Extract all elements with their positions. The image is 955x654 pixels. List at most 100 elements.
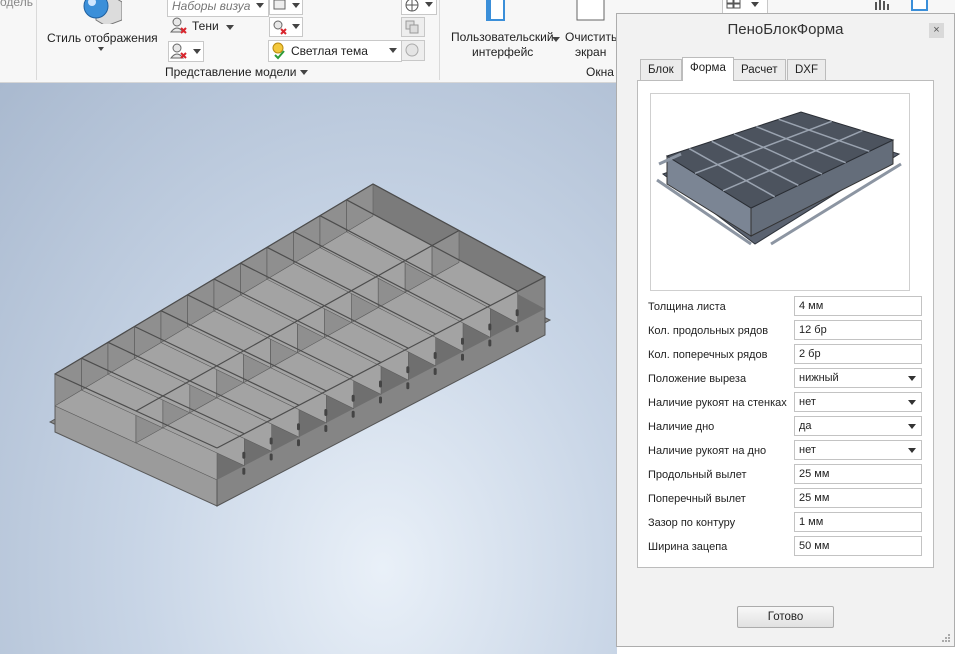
wall-handles-select[interactable]: нет <box>794 392 922 412</box>
field-label: Наличие рукоят на дно <box>648 445 767 457</box>
window-switch-icon[interactable] <box>910 0 930 12</box>
sheet-thickness-input[interactable]: 4 мм <box>794 296 922 316</box>
arrange-button[interactable] <box>722 0 768 14</box>
slot-mark <box>242 451 246 459</box>
slot-mark <box>433 368 437 375</box>
bottom-presence-select[interactable]: да <box>794 416 922 436</box>
chevron-down-icon <box>389 48 397 53</box>
slot-mark <box>269 453 273 461</box>
select-value: нижный <box>799 372 839 384</box>
mold-photo <box>656 111 902 246</box>
tab-block[interactable]: Блок <box>640 59 682 80</box>
chevron-down-icon <box>908 376 916 381</box>
select-value: да <box>799 420 812 432</box>
shadows-label: Тени <box>192 19 219 33</box>
window-icon <box>486 0 505 21</box>
chevron-down-icon[interactable] <box>300 70 308 75</box>
windows-group-label: Окна <box>586 65 614 79</box>
display-style-label: Стиль отображения <box>47 31 158 45</box>
clean-screen-icon <box>576 0 605 21</box>
visual-presets-label: Наборы визуа <box>172 0 251 13</box>
display-style-button[interactable]: Стиль отображения <box>44 0 160 60</box>
slot-mark <box>488 339 492 347</box>
tab-form[interactable]: Форма <box>682 57 734 81</box>
field-label: Поперечный вылет <box>648 493 746 505</box>
slot-mark <box>488 323 492 331</box>
chevron-down-icon <box>908 424 916 429</box>
slot-mark <box>461 353 464 361</box>
close-button[interactable]: × <box>929 23 944 38</box>
layers-icon <box>405 20 419 34</box>
perspective-button[interactable] <box>401 17 425 37</box>
shadow-user-icon <box>170 17 187 34</box>
ribbon-separator <box>439 0 440 80</box>
visual-presets-select[interactable]: Наборы визуа <box>167 0 269 17</box>
ribbon-cut-label: одель <box>0 0 33 9</box>
clear-screen-button[interactable]: Очистить экран <box>563 0 623 62</box>
chevron-down-icon <box>226 25 234 30</box>
ground-shadow-icon <box>273 20 287 35</box>
texture-button[interactable] <box>401 0 437 15</box>
slot-mark <box>351 410 355 418</box>
slot-mark <box>242 467 246 475</box>
form-panel: Толщина листа 4 мм Кол. продольных рядов 1… <box>637 80 934 568</box>
user-interface-button[interactable]: Пользовательский интерфейс <box>448 0 560 62</box>
field-label: Наличие рукоят на стенках <box>648 397 787 409</box>
slot-mark <box>324 409 328 416</box>
field-label: Кол. продольных рядов <box>648 325 769 337</box>
longitudinal-rows-input[interactable]: 12 бр <box>794 320 922 340</box>
chevron-down-icon <box>292 3 300 8</box>
ground-button[interactable] <box>269 17 303 37</box>
bottom-handles-select[interactable]: нет <box>794 440 922 460</box>
sphere-button[interactable] <box>401 40 425 61</box>
ortho-button[interactable] <box>269 0 303 15</box>
model-viewport[interactable] <box>0 83 617 654</box>
contour-gap-input[interactable]: 1 мм <box>794 512 922 532</box>
sphere-icon <box>405 43 419 57</box>
tab-calculation[interactable]: Расчет <box>733 59 786 80</box>
theme-label: Светлая тема <box>291 44 368 58</box>
ribbon-separator <box>36 0 37 80</box>
hook-width-input[interactable]: 50 мм <box>794 536 922 556</box>
chevron-down-icon <box>292 24 300 29</box>
select-value: нет <box>799 444 816 456</box>
chevron-down-icon <box>552 37 560 42</box>
transverse-rows-input[interactable]: 2 бр <box>794 344 922 364</box>
theme-select[interactable]: Светлая тема <box>268 40 402 62</box>
chevron-down-icon <box>256 3 264 8</box>
hand-pan-icon[interactable] <box>872 0 892 12</box>
checker-sphere-icon <box>405 0 419 12</box>
slot-mark <box>379 396 382 404</box>
tab-dxf[interactable]: DXF <box>787 59 826 80</box>
foam-block-mold-model[interactable] <box>0 83 617 654</box>
field-label: Положение выреза <box>648 373 747 385</box>
transverse-overhang-input[interactable]: 25 мм <box>794 488 922 508</box>
shadows-button[interactable]: Тени <box>170 17 250 37</box>
slot-mark <box>324 425 328 432</box>
resize-grip-icon[interactable] <box>941 633 951 643</box>
slot-mark <box>297 439 300 447</box>
model-view-group-label: Представление модели <box>165 65 297 79</box>
reflection-user-icon <box>170 43 187 59</box>
longitudinal-overhang-input[interactable]: 25 мм <box>794 464 922 484</box>
slot-mark <box>351 394 355 402</box>
field-label: Ширина зацепа <box>648 541 728 553</box>
chevron-down-icon <box>751 2 759 7</box>
chevron-down-icon <box>908 448 916 453</box>
penoblok-dialog[interactable]: ПеноБлокФорма × Блок Форма Расчет DXF То… <box>616 13 955 647</box>
field-label: Кол. поперечных рядов <box>648 349 768 361</box>
slot-mark <box>269 437 273 445</box>
reflections-button[interactable] <box>168 41 204 62</box>
slot-mark <box>297 423 300 431</box>
slot-mark <box>379 380 382 388</box>
field-label: Зазор по контуру <box>648 517 736 529</box>
lightbulb-icon <box>272 42 285 60</box>
cutout-position-select[interactable]: нижный <box>794 368 922 388</box>
chevron-down-icon <box>98 47 104 51</box>
chevron-down-icon <box>425 2 433 7</box>
clear-screen-label-1: Очистить <box>565 30 618 44</box>
slot-mark <box>461 337 464 345</box>
cube-icon <box>273 0 286 10</box>
done-button[interactable]: Готово <box>737 606 834 628</box>
user-interface-label-2: интерфейс <box>472 45 534 59</box>
